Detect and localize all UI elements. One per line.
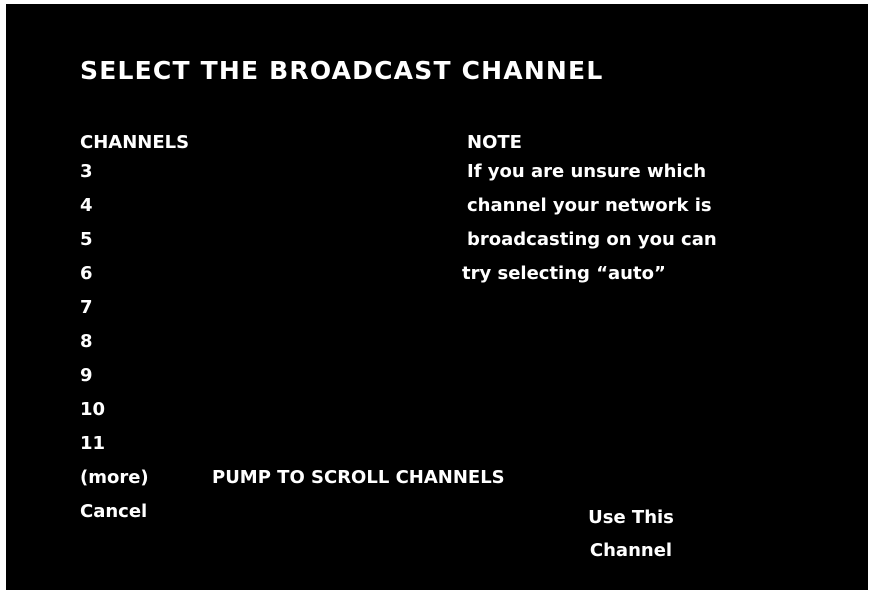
broadcast-channel-screen: SELECT THE BROADCAST CHANNEL CHANNELS NO… <box>6 4 868 590</box>
channel-option-10[interactable]: 10 <box>80 399 105 433</box>
note-line: channel your network is <box>467 195 712 216</box>
cancel-button[interactable]: Cancel <box>80 501 147 522</box>
scroll-hint: PUMP TO SCROLL CHANNELS <box>212 467 505 488</box>
channel-option-7[interactable]: 7 <box>80 297 105 331</box>
page-title: SELECT THE BROADCAST CHANNEL <box>80 56 604 85</box>
channel-option-8[interactable]: 8 <box>80 331 105 365</box>
channel-option-6[interactable]: 6 <box>80 263 105 297</box>
note-line: try selecting “auto” <box>462 263 666 284</box>
note-line: broadcasting on you can <box>467 229 717 250</box>
channel-option-9[interactable]: 9 <box>80 365 105 399</box>
channel-option-5[interactable]: 5 <box>80 229 105 263</box>
channel-option-4[interactable]: 4 <box>80 195 105 229</box>
channel-option-3[interactable]: 3 <box>80 161 105 195</box>
note-line: If you are unsure which <box>467 161 707 182</box>
more-channels-button[interactable]: (more) <box>80 467 149 488</box>
channel-option-11[interactable]: 11 <box>80 433 105 467</box>
use-this-channel-button[interactable]: Use This Channel <box>566 501 696 567</box>
channel-list: 3 4 5 6 7 8 9 10 11 <box>80 161 105 467</box>
note-header: NOTE <box>467 132 522 153</box>
channels-header: CHANNELS <box>80 132 190 153</box>
